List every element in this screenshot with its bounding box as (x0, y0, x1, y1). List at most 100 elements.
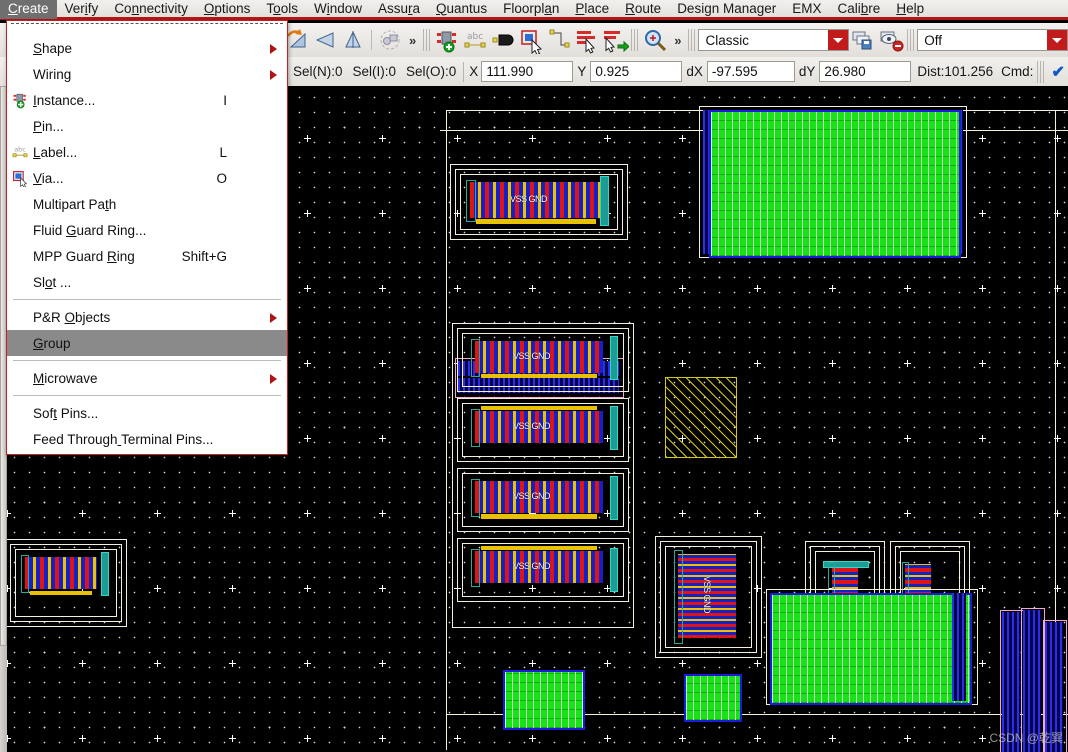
select-rect-icon[interactable] (517, 26, 545, 56)
menu-item-shape[interactable]: Shape (7, 35, 287, 61)
menu-item-pin[interactable]: Pin... (7, 113, 287, 139)
dy-label: dY (798, 64, 816, 79)
grid-major-mark (829, 360, 836, 367)
grid-major-mark (304, 660, 311, 667)
grid-major-mark (979, 510, 986, 517)
menu-item-p-r-objects[interactable]: P&R Objects (7, 304, 287, 330)
cell-label-1: VSS GND (510, 194, 548, 204)
menu-help[interactable]: Help (888, 0, 932, 19)
grid-major-mark (679, 210, 686, 217)
menu-assura[interactable]: Assura (370, 0, 428, 19)
toolbar-overflow-1[interactable]: » (404, 33, 421, 48)
menu-quantus[interactable]: Quantus (428, 0, 495, 19)
hide-layer-icon[interactable] (877, 26, 905, 54)
create-instance-icon[interactable] (433, 26, 461, 54)
toolbar-grip[interactable] (423, 29, 432, 51)
transistor-cell-1: VSS GND (470, 182, 602, 218)
x-field[interactable]: 111.990 (481, 61, 574, 82)
dx-field[interactable]: -97.595 (706, 61, 795, 82)
menu-item-label: Wiring (33, 66, 72, 82)
grid-major-mark (154, 735, 161, 742)
menu-item-label[interactable]: abc Label... L (7, 139, 287, 165)
grid-major-mark (829, 435, 836, 442)
grid-major-mark (529, 660, 536, 667)
layer-set-value: Classic (705, 32, 749, 48)
save-layer-icon[interactable] (849, 26, 877, 54)
grid-major-mark (904, 360, 911, 367)
menu-item-wiring[interactable]: Wiring (7, 61, 287, 87)
create-menu-dropdown[interactable]: Shape Wiring Instance... I Pin... abc Label...… (6, 20, 288, 455)
toolbar-grip-2[interactable] (631, 29, 640, 51)
transistor-cell-6: VSS GND (678, 554, 736, 638)
menu-item-group[interactable]: Group (7, 330, 287, 356)
menu-emx[interactable]: EMX (784, 0, 829, 19)
menu-icon-placeholder (7, 400, 33, 426)
grid-major-mark (679, 660, 686, 667)
grid-major-mark (604, 660, 611, 667)
menu-place[interactable]: Place (567, 0, 617, 19)
create-label-icon[interactable]: abc (461, 26, 489, 54)
align-move-icon[interactable] (601, 26, 630, 54)
grid-major-mark (979, 660, 986, 667)
menu-calibre[interactable]: Calibre (830, 0, 889, 19)
menu-item-soft-pins[interactable]: Soft Pins... (7, 400, 287, 426)
menu-verify[interactable]: Verify (57, 0, 107, 19)
cell-cyan-right-1 (600, 176, 609, 226)
menu-item-microwave[interactable]: Microwave (7, 365, 287, 391)
grid-major-mark (604, 735, 611, 742)
grid-major-mark (979, 360, 986, 367)
menu-item-via[interactable]: Via... O (7, 165, 287, 191)
dy-field[interactable]: 26.980 (819, 61, 912, 82)
boundary-line-v1 (446, 110, 447, 750)
grid-major-mark (79, 735, 86, 742)
menu-create[interactable]: Create (0, 0, 57, 19)
cell-diffusion-5 (481, 546, 597, 550)
cell-diffusion-4 (481, 514, 597, 519)
chop-icon[interactable] (376, 26, 404, 54)
grid-major-mark (229, 735, 236, 742)
menu-connectivity[interactable]: Connectivity (106, 0, 196, 19)
grid-major-mark (754, 360, 761, 367)
menu-design-manager[interactable]: Design Manager (669, 0, 784, 19)
menu-tools[interactable]: Tools (258, 0, 306, 19)
menu-route[interactable]: Route (617, 0, 669, 19)
grid-major-mark (304, 510, 311, 517)
align-icon[interactable] (573, 26, 601, 54)
snap-mode-combo[interactable]: Off (917, 29, 1068, 51)
toolbar-grip-3[interactable] (688, 29, 697, 51)
checkmark-icon[interactable]: ✔ (1047, 62, 1068, 82)
menu-item-slot[interactable]: Slot ... (7, 269, 287, 295)
watermark: CSDN @乾巽 (989, 731, 1063, 745)
toolbar-grip-4[interactable] (907, 29, 916, 51)
menu-icon-placeholder (7, 217, 33, 243)
chevron-down-icon-2[interactable] (1047, 30, 1067, 50)
y-field[interactable]: 0.925 (590, 61, 683, 82)
menu-item-accelerator: I (223, 92, 227, 108)
status-grip[interactable] (1037, 60, 1046, 83)
cell-teal-left-2 (471, 339, 480, 377)
toolbar-overflow-2[interactable]: » (669, 33, 686, 48)
menu-item-fluid-guard-ring[interactable]: Fluid Guard Ring... (7, 217, 287, 243)
menu-item-feed-through-terminal-pins[interactable]: Feed Through Terminal Pins... (7, 426, 287, 452)
menu-item-mpp-guard-ring[interactable]: MPP Guard Ring Shift+G (7, 243, 287, 269)
create-pin-icon[interactable] (489, 26, 517, 54)
cell-teal-left-1 (466, 180, 476, 222)
menu-item-label: Slot ... (33, 274, 72, 290)
cmd-label: Cmd: (1001, 64, 1034, 79)
layer-set-combo[interactable]: Classic (698, 29, 850, 51)
menu-floorplan[interactable]: Floorplan (495, 0, 567, 19)
grid-major-mark (754, 660, 761, 667)
menu-options[interactable]: Options (196, 0, 259, 19)
transistor-cell-5: VSS GND (475, 551, 603, 583)
menu-window[interactable]: Window (306, 0, 370, 19)
create-path-icon[interactable] (545, 26, 573, 54)
flip-vertical-icon[interactable] (339, 26, 367, 54)
grid-major-mark (529, 735, 536, 742)
menu-item-instance[interactable]: Instance... I (7, 87, 287, 113)
menu-tearoff-handle[interactable] (11, 23, 283, 33)
zoom-icon[interactable] (641, 26, 669, 54)
grid-major-mark (379, 510, 386, 517)
menu-item-multipart-path[interactable]: Multipart Path (7, 191, 287, 217)
chevron-down-icon[interactable] (828, 30, 849, 50)
flip-horizontal-icon[interactable] (311, 26, 339, 54)
